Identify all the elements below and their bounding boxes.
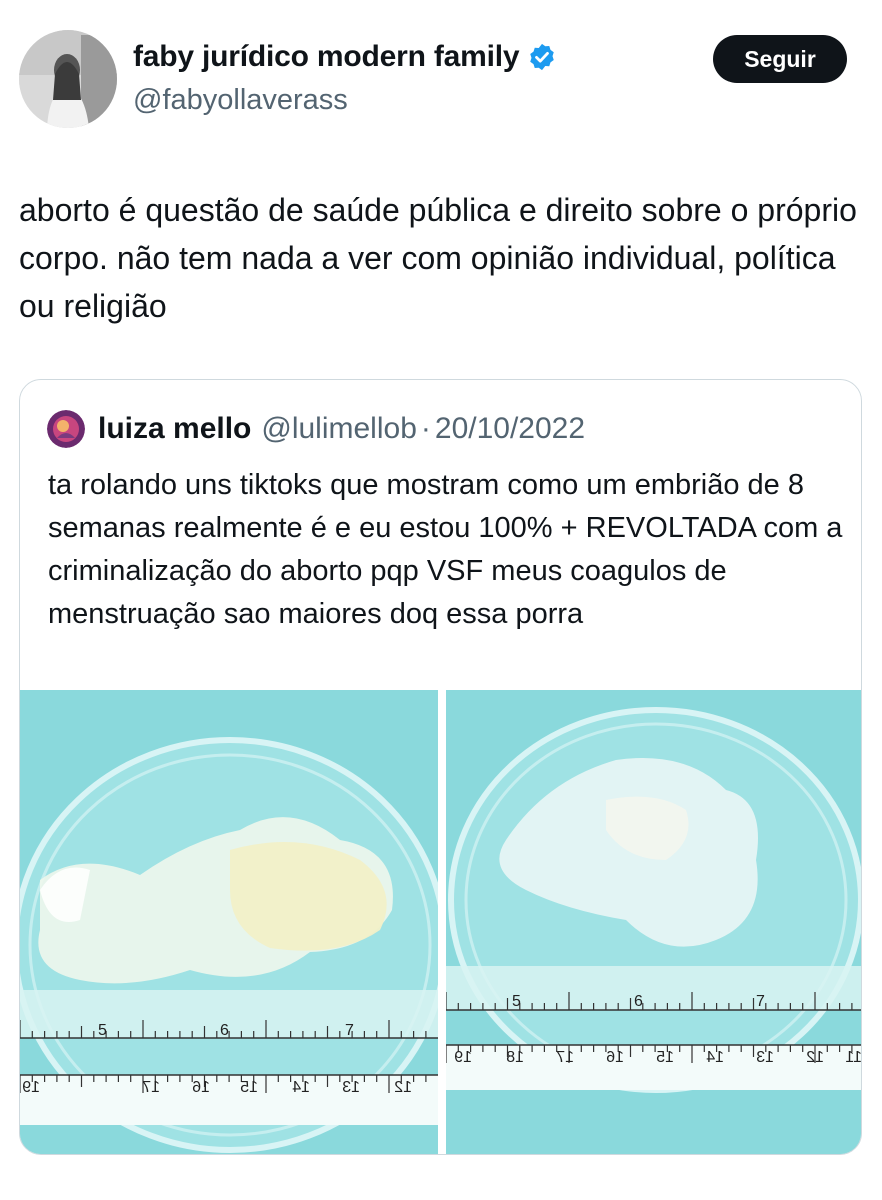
author-display-name[interactable]: faby jurídico modern family [133, 40, 520, 74]
quoted-author-avatar[interactable] [47, 410, 85, 448]
quoted-text: ta rolando uns tiktoks que mostram como … [48, 469, 843, 630]
ruler-upper-right [446, 966, 861, 1011]
ruler-low-1: 17 [142, 1079, 160, 1096]
tweet-header: faby jurídico modern family @fabyollaver… [0, 0, 882, 150]
tweet-text: aborto é questão de saúde pública e dire… [19, 192, 857, 324]
media-image-right[interactable]: 5 6 7 19 18 17 16 15 14 13 12 11 [446, 690, 862, 1154]
author-avatar[interactable] [19, 30, 117, 128]
ruler-low-r1: 18 [506, 1049, 524, 1066]
ruler-num-r1: 6 [634, 993, 643, 1010]
petri-dish-photo-left: 5 6 7 19 17 16 15 14 13 12 [20, 690, 438, 1154]
ruler-num-r2: 7 [756, 993, 765, 1010]
ruler-low-0: 19 [22, 1079, 40, 1096]
ruler-low-3: 15 [240, 1079, 258, 1096]
ruler-low-5: 13 [342, 1079, 360, 1096]
ruler-upper-left [20, 990, 438, 1039]
quoted-display-name[interactable]: luiza mello [98, 412, 251, 446]
ruler-low-r5: 14 [706, 1049, 724, 1066]
verified-badge-icon[interactable] [527, 42, 557, 72]
ruler-low-r8: 11 [845, 1049, 862, 1066]
avatar-photo [19, 30, 117, 128]
ruler-low-r3: 16 [606, 1049, 624, 1066]
ruler-num-1: 6 [220, 1022, 229, 1039]
separator-dot: · [420, 412, 431, 445]
petri-dish-photo-right: 5 6 7 19 18 17 16 15 14 13 12 11 [446, 690, 862, 1154]
ruler-low-6: 12 [394, 1079, 412, 1096]
ruler-low-r6: 13 [756, 1049, 774, 1066]
ruler-low-r7: 12 [806, 1049, 824, 1066]
ruler-num-0: 5 [98, 1022, 107, 1039]
ruler-num-2: 7 [345, 1022, 354, 1039]
ruler-low-r0: 19 [454, 1049, 472, 1066]
ruler-low-r2: 17 [556, 1049, 574, 1066]
ruler-low-r4: 15 [656, 1049, 674, 1066]
author-handle[interactable]: @fabyollaverass [133, 84, 348, 117]
ruler-num-r0: 5 [512, 993, 521, 1010]
media-image-left[interactable]: 5 6 7 19 17 16 15 14 13 12 [20, 690, 438, 1154]
ruler-low-4: 14 [292, 1079, 310, 1096]
ruler-low-2: 16 [192, 1079, 210, 1096]
follow-button[interactable]: Seguir [713, 35, 847, 83]
quoted-header: luiza mello @lulimellob · 20/10/2022 [98, 412, 585, 446]
quoted-tweet-card[interactable]: luiza mello @lulimellob · 20/10/2022 ta … [19, 379, 862, 1155]
author-name-row: faby jurídico modern family [133, 40, 557, 74]
ruler-lower-left [20, 1074, 438, 1125]
quoted-date[interactable]: 20/10/2022 [435, 412, 585, 446]
quoted-handle[interactable]: @lulimellob [261, 412, 417, 446]
